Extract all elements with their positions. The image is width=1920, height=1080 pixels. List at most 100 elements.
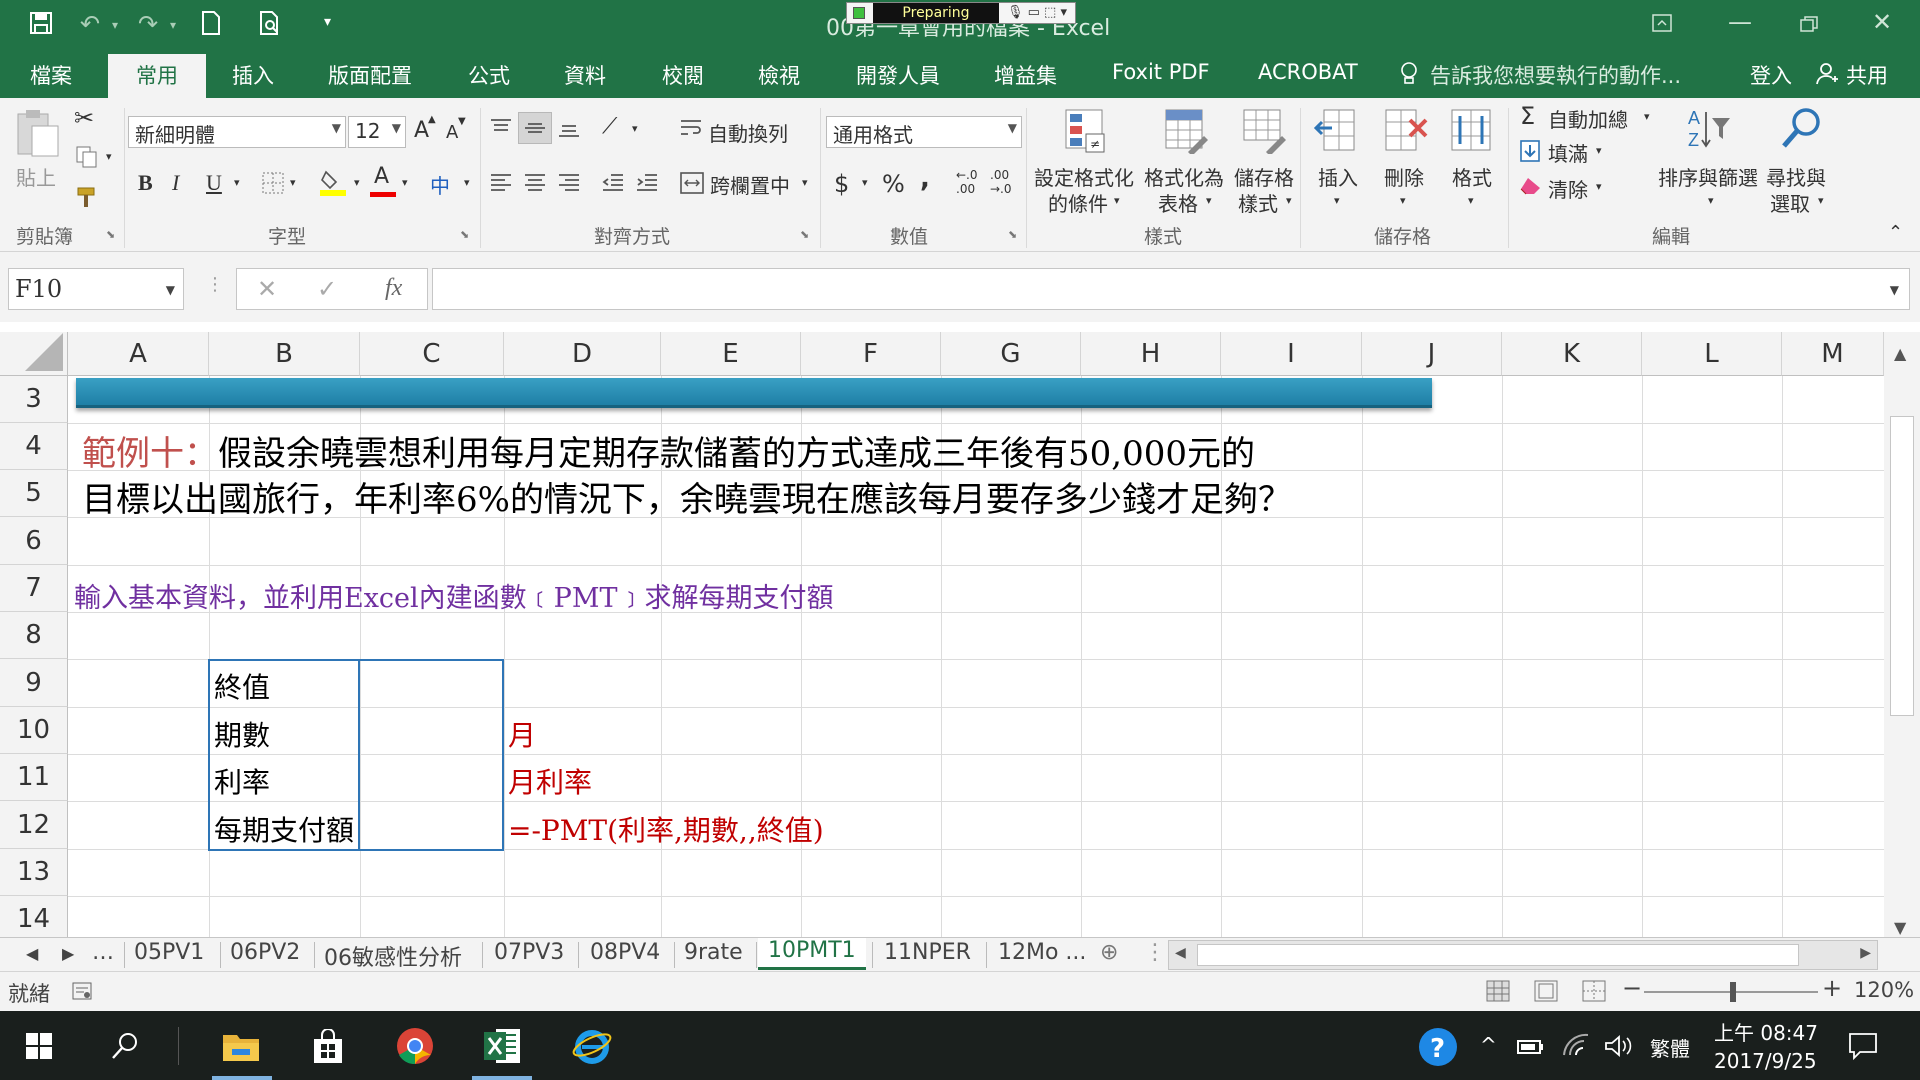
tab-view[interactable]: 檢視 — [758, 60, 800, 90]
select-all-button[interactable] — [0, 332, 68, 376]
delete-cells-button[interactable]: 刪除 — [1384, 162, 1424, 191]
tell-me-box[interactable]: 告訴我您想要執行的動作... — [1430, 60, 1681, 90]
sort-filter-button[interactable]: 排序與篩選 — [1658, 162, 1758, 191]
borders-dropdown-icon[interactable]: ▾ — [290, 176, 296, 189]
number-format-combo[interactable]: 通用格式 ▼ — [826, 116, 1022, 148]
row-header[interactable]: 4 — [0, 423, 68, 470]
redo-icon[interactable]: ↷ — [138, 10, 158, 38]
sheet-tab[interactable]: 11NPER — [884, 940, 971, 965]
column-header[interactable]: C — [360, 332, 504, 376]
chevron-down-icon[interactable]: ▼ — [166, 283, 175, 297]
find-select-icon[interactable] — [1780, 106, 1824, 152]
horizontal-scroll-thumb[interactable] — [1197, 944, 1799, 966]
format-as-table-button-line2[interactable]: 表格 — [1158, 188, 1198, 217]
align-center-icon[interactable] — [524, 172, 546, 194]
align-top-icon[interactable] — [490, 118, 512, 138]
undo-icon[interactable]: ↶ — [80, 10, 100, 38]
find-select-button-line2[interactable]: 選取 — [1770, 188, 1810, 217]
clear-button[interactable]: 清除 — [1548, 174, 1588, 203]
column-header[interactable]: L — [1642, 332, 1782, 376]
label-periods[interactable]: 期數 — [214, 714, 270, 754]
formula-input[interactable]: ▼ — [432, 268, 1910, 310]
collapse-ribbon-icon[interactable]: ⌃ — [1888, 222, 1903, 243]
note-pmt-formula[interactable]: =-PMT(利率,期數,,終值) — [508, 809, 824, 849]
tab-splitter-icon[interactable]: ⋮ — [1144, 940, 1166, 965]
tab-file[interactable]: 檔案 — [30, 60, 72, 90]
share-person-icon[interactable] — [1816, 62, 1838, 86]
cut-icon[interactable]: ✂ — [74, 104, 94, 132]
tab-foxit-pdf[interactable]: Foxit PDF — [1112, 60, 1210, 84]
currency-format-icon[interactable]: $ — [834, 170, 849, 198]
show-hidden-icons-icon[interactable]: ^ — [1480, 1033, 1497, 1057]
row-header[interactable]: 8 — [0, 612, 68, 659]
row-header[interactable]: 11 — [0, 754, 68, 801]
undo-dropdown-icon[interactable]: ▾ — [112, 18, 118, 32]
column-header[interactable]: M — [1782, 332, 1884, 376]
copy-dropdown-icon[interactable]: ▾ — [106, 150, 112, 163]
normal-view-icon[interactable] — [1486, 980, 1510, 1002]
delete-cells-icon[interactable] — [1384, 108, 1428, 154]
volume-icon[interactable] — [1604, 1035, 1632, 1057]
format-as-table-icon[interactable] — [1164, 108, 1208, 154]
fill-dropdown-icon[interactable]: ▾ — [1596, 144, 1602, 157]
column-header[interactable]: J — [1362, 332, 1502, 376]
column-header[interactable]: H — [1081, 332, 1221, 376]
font-color-dropdown-icon[interactable]: ▾ — [402, 176, 408, 189]
column-header[interactable]: F — [801, 332, 941, 376]
underline-dropdown-icon[interactable]: ▾ — [234, 176, 240, 189]
merge-dropdown-icon[interactable]: ▾ — [802, 176, 808, 189]
clear-dropdown-icon[interactable]: ▾ — [1596, 180, 1602, 193]
scroll-down-icon[interactable]: ▼ — [1894, 918, 1906, 937]
battery-icon[interactable] — [1516, 1035, 1546, 1057]
formula-bar-grip-icon[interactable]: ⋮ — [206, 274, 224, 295]
wrap-text-icon[interactable] — [680, 118, 702, 140]
tab-formulas[interactable]: 公式 — [468, 60, 510, 90]
tab-developer[interactable]: 開發人員 — [856, 60, 940, 90]
macro-record-icon[interactable] — [72, 982, 92, 1000]
find-select-button[interactable]: 尋找與 — [1766, 162, 1826, 191]
tab-scroll-left-icon[interactable]: ◀ — [26, 944, 38, 963]
increase-decimal-icon[interactable]: ←.0.00 — [956, 168, 978, 196]
horizontal-scrollbar[interactable]: ◀ ▶ — [1168, 940, 1878, 970]
sheet-tab[interactable]: 05PV1 — [134, 940, 204, 965]
fill-button[interactable]: 填滿 — [1548, 138, 1588, 167]
page-break-view-icon[interactable] — [1582, 980, 1606, 1002]
decrease-decimal-icon[interactable]: .00 →.0 — [990, 168, 1012, 196]
more-tabs-icon[interactable]: … — [92, 940, 114, 965]
action-center-icon[interactable] — [1848, 1031, 1878, 1061]
sheet-tab[interactable]: 08PV4 — [590, 940, 660, 965]
internet-explorer-icon[interactable] — [572, 1027, 612, 1065]
windows-start-icon[interactable] — [26, 1033, 52, 1059]
worksheet-grid[interactable]: A B C D E F G H I J K L M 3 4 5 6 7 8 9 … — [0, 322, 1920, 942]
excel-icon[interactable] — [482, 1027, 522, 1065]
increase-indent-icon[interactable] — [636, 172, 658, 194]
chrome-icon[interactable] — [396, 1027, 434, 1065]
cell-styles-button[interactable]: 儲存格 — [1234, 162, 1294, 191]
vertical-scrollbar[interactable]: ▲ ▼ — [1884, 332, 1920, 942]
help-icon[interactable]: ? — [1418, 1027, 1458, 1067]
phonetic-dropdown-icon[interactable]: ▾ — [464, 176, 470, 189]
new-sheet-icon[interactable]: ⊕ — [1100, 940, 1118, 965]
align-middle-icon[interactable] — [524, 118, 546, 138]
format-painter-icon[interactable] — [76, 186, 98, 208]
cell-styles-icon[interactable] — [1242, 108, 1286, 154]
redo-dropdown-icon[interactable]: ▾ — [170, 18, 176, 32]
alignment-launcher-icon[interactable]: ⬊ — [800, 228, 809, 241]
column-header[interactable]: G — [941, 332, 1081, 376]
row-header[interactable]: 10 — [0, 707, 68, 754]
label-payment[interactable]: 每期支付額 — [214, 809, 354, 849]
align-right-icon[interactable] — [558, 172, 580, 194]
italic-button[interactable]: I — [172, 170, 179, 196]
shrink-font-icon[interactable]: A — [446, 122, 458, 143]
sheet-tab[interactable]: 9rate — [684, 940, 743, 965]
note-periods-unit[interactable]: 月 — [508, 714, 536, 754]
cell-styles-button-line2[interactable]: 樣式 — [1238, 188, 1278, 217]
recorder-controls-icon[interactable]: 🎙 ▭ ⬚ ▾ — [1007, 3, 1067, 23]
file-explorer-icon[interactable] — [222, 1029, 260, 1063]
tab-addins[interactable]: 增益集 — [994, 60, 1057, 90]
sheet-tab[interactable]: 06敏感性分析 — [324, 940, 462, 972]
font-launcher-icon[interactable]: ⬊ — [460, 228, 469, 241]
expand-formula-bar-icon[interactable]: ▼ — [1890, 283, 1899, 297]
zoom-level[interactable]: 120% — [1854, 978, 1914, 1002]
format-cells-icon[interactable] — [1450, 108, 1494, 154]
